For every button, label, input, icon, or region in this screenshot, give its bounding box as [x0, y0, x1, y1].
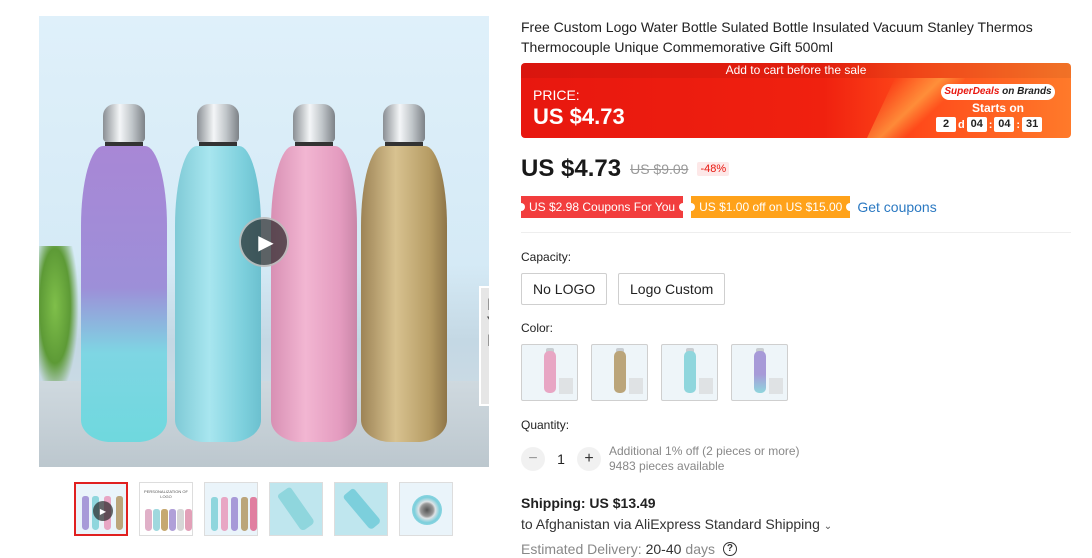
original-price: US $9.09 [630, 161, 689, 177]
additional-offer: Additional 1% off (2 pieces or more) [609, 444, 800, 458]
color-label: Color: [521, 321, 554, 335]
thumbnail-play-icon: ▶ [93, 501, 113, 521]
quantity-stepper: − 1 + [521, 447, 601, 471]
color-swatch-purple-teal[interactable] [731, 344, 788, 401]
shipping-method[interactable]: to Afghanistan via AliExpress Standard S… [521, 516, 832, 532]
plant-decoration [39, 246, 79, 396]
thumbnail-lid-view[interactable] [399, 482, 453, 536]
starts-on-label: Starts on [971, 101, 1024, 115]
countdown-seconds: 31 [1022, 117, 1043, 132]
chevron-down-icon[interactable]: ⌄ [824, 521, 832, 532]
book-decoration: DESIGYEARDe [479, 286, 489, 406]
thumbnail-video[interactable]: ▶ [74, 482, 128, 536]
thumbnail-side-view[interactable] [334, 482, 388, 536]
divider [521, 232, 1071, 233]
shipping-destination[interactable]: to Afghanistan via AliExpress Standard S… [521, 516, 820, 532]
quantity-input[interactable]: 1 [545, 451, 577, 467]
get-coupons-link[interactable]: Get coupons [857, 199, 936, 215]
quantity-minus-button[interactable]: − [521, 447, 545, 471]
countdown-minutes: 04 [994, 117, 1015, 132]
thumbnail-personalization[interactable]: PERSONALIZATION OF LOGO [139, 482, 193, 536]
coupon-store[interactable]: US $2.98 Coupons For You [516, 196, 688, 218]
capacity-label: Capacity: [521, 250, 572, 264]
bottle-pink [271, 104, 357, 442]
coupon-threshold[interactable]: US $1.00 off on US $15.00 [687, 196, 855, 218]
coupon-row: US $2.98 Coupons For You US $1.00 off on… [516, 196, 937, 218]
color-swatch-pink[interactable] [521, 344, 578, 401]
countdown-days-unit: d [958, 118, 965, 131]
countdown-days: 2 [936, 117, 956, 132]
sale-price-label: PRICE: [533, 87, 580, 103]
delivery-unit: days [685, 541, 715, 557]
estimated-delivery: Estimated Delivery: 20-40 days ? [521, 541, 737, 557]
delivery-label: Estimated Delivery: [521, 541, 642, 557]
product-title: Free Custom Logo Water Bottle Sulated Bo… [521, 19, 1033, 55]
superdeals-badge: SuperDeals on Brands [941, 84, 1055, 100]
shipping-cost: Shipping: US $13.49 [521, 495, 656, 511]
capacity-option-logo-custom[interactable]: Logo Custom [618, 273, 726, 305]
pieces-available: 9483 pieces available [609, 459, 725, 473]
help-icon[interactable]: ? [722, 542, 737, 556]
sale-headline: Add to cart before the sale [521, 63, 1071, 78]
quantity-plus-button[interactable]: + [577, 447, 601, 471]
countdown-timer: 2 d 04 : 04 : 31 [936, 117, 1043, 132]
discount-badge: -48% [697, 162, 730, 176]
bottle-blue [175, 104, 261, 442]
sale-banner: Add to cart before the sale PRICE: US $4… [521, 63, 1071, 138]
bottle-gold [361, 104, 447, 442]
thumbnail-colors[interactable] [204, 482, 258, 536]
current-price: US $4.73 [521, 155, 622, 182]
main-product-image[interactable]: DESIGYEARDe ▶ [39, 16, 489, 467]
color-swatch-blue[interactable] [661, 344, 718, 401]
video-play-icon[interactable]: ▶ [239, 217, 289, 267]
quantity-info: Additional 1% off (2 pieces or more) 948… [609, 444, 800, 474]
bottle-purple-teal [81, 104, 167, 442]
sale-price-value: US $4.73 [533, 104, 625, 129]
countdown-hours: 04 [966, 117, 987, 132]
delivery-days: 20-40 [645, 541, 682, 557]
color-swatch-gold[interactable] [591, 344, 648, 401]
capacity-option-no-logo[interactable]: No LOGO [521, 273, 608, 305]
thumbnail-top-view[interactable] [269, 482, 323, 536]
quantity-label: Quantity: [521, 418, 570, 432]
price-row: US $4.73 US $9.09 -48% [521, 155, 730, 183]
